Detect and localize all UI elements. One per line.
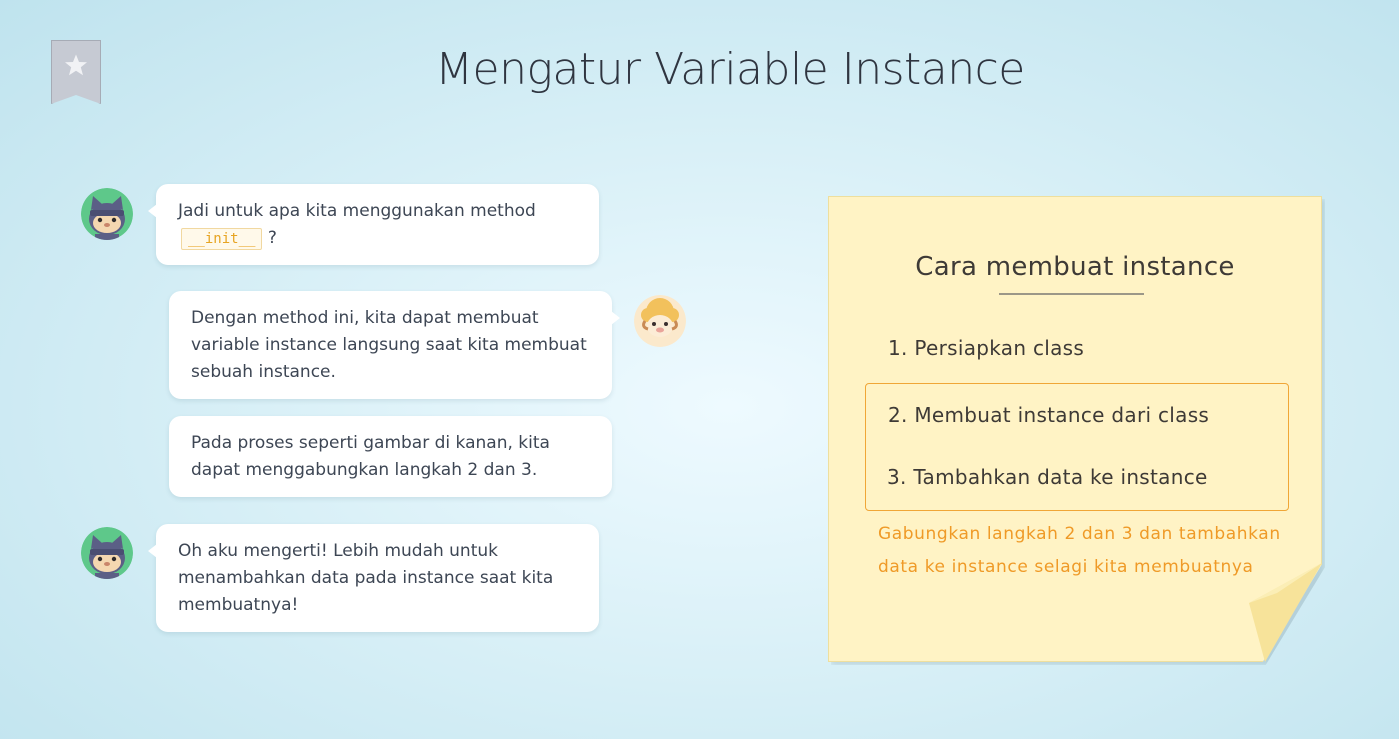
sheep-avatar-icon bbox=[634, 295, 686, 347]
note-step-2: 2. Membuat instance dari class bbox=[888, 403, 1210, 427]
ninja-cat-avatar-icon bbox=[81, 527, 133, 579]
note-curl-icon bbox=[1249, 563, 1322, 662]
chat-message-text: Jadi untuk apa kita menggunakan method bbox=[178, 201, 536, 221]
ninja-cat-avatar-icon bbox=[81, 188, 133, 240]
note-title-underline bbox=[999, 293, 1144, 295]
note-caption: Gabungkan langkah 2 dan 3 dan tambahkan … bbox=[878, 524, 1281, 577]
chat-message-text: Oh aku mengerti! Lebih mudah untuk menam… bbox=[178, 541, 554, 615]
chat-message-suffix: ? bbox=[267, 228, 277, 248]
chat-message-text: Dengan method ini, kita dapat membuat va… bbox=[191, 308, 587, 382]
note-title: Cara membuat instance bbox=[915, 252, 1235, 282]
code-snippet-init: __init__ bbox=[181, 228, 263, 250]
chat-message-text: Pada proses seperti gambar di kanan, kit… bbox=[191, 433, 550, 480]
page-title: Mengatur Variable Instance bbox=[435, 44, 1025, 95]
chat-bubble-sheep-explanation: Pada proses seperti gambar di kanan, kit… bbox=[169, 416, 612, 497]
note-step-1: 1. Persiapkan class bbox=[888, 336, 1085, 360]
note-step-3: 3. Tambahkan data ke instance bbox=[887, 465, 1208, 489]
chat-bubble-sheep-answer: Dengan method ini, kita dapat membuat va… bbox=[169, 291, 620, 399]
chat-bubble-cat-understood: Oh aku mengerti! Lebih mudah untuk menam… bbox=[148, 524, 599, 632]
sticky-note: Cara membuat instance 1. Persiapkan clas… bbox=[828, 196, 1322, 662]
chat-bubble-cat-question: Jadi untuk apa kita menggunakan method _… bbox=[148, 184, 599, 265]
